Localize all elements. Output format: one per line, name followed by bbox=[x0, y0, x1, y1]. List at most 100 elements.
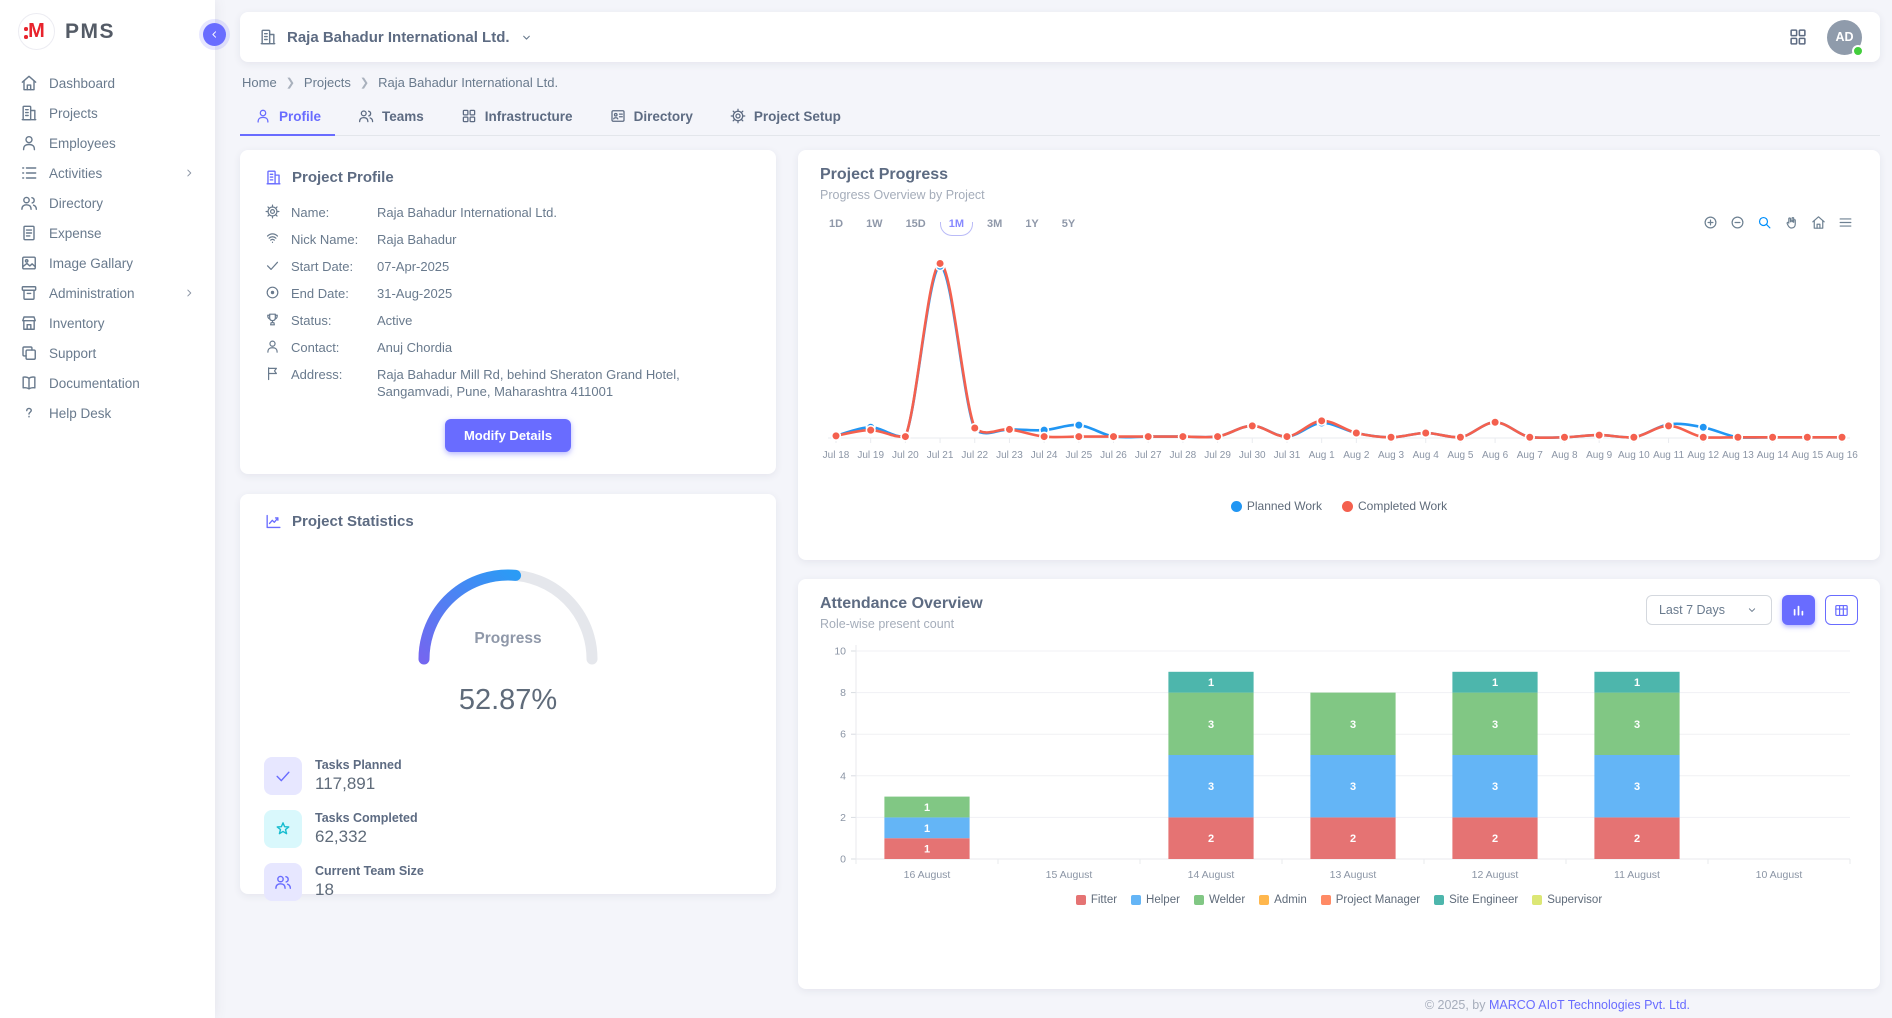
help-icon bbox=[19, 403, 39, 423]
sidebar-collapse-button[interactable] bbox=[203, 23, 226, 46]
svg-text:Jul 20: Jul 20 bbox=[892, 450, 919, 461]
legend-item-welder[interactable]: Welder bbox=[1194, 894, 1245, 906]
period-select[interactable]: Last 7 Days bbox=[1646, 595, 1772, 625]
field-value: Raja Bahadur Mill Rd, behind Sheraton Gr… bbox=[377, 366, 752, 400]
chart-line-icon bbox=[264, 512, 283, 531]
table-view-button[interactable] bbox=[1825, 595, 1858, 625]
svg-text:2: 2 bbox=[1208, 833, 1214, 845]
chart-toolbar bbox=[1702, 214, 1854, 231]
sidebar-item-dashboard[interactable]: Dashboard bbox=[0, 68, 215, 98]
svg-text:11 August: 11 August bbox=[1614, 869, 1660, 881]
profile-fields: Name:Raja Bahadur International Ltd. Nick… bbox=[264, 204, 752, 400]
svg-text:1: 1 bbox=[924, 802, 930, 814]
chevron-down-icon bbox=[1745, 603, 1759, 617]
sidebar-item-label: Activities bbox=[49, 166, 102, 181]
range-button-1d[interactable]: 1D bbox=[820, 214, 852, 236]
range-button-5y[interactable]: 5Y bbox=[1053, 214, 1084, 236]
legend-item-completed-work[interactable]: Completed Work bbox=[1342, 499, 1447, 513]
range-button-1w[interactable]: 1W bbox=[857, 214, 892, 236]
field-label: Status: bbox=[291, 312, 377, 329]
breadcrumb-separator: ❯ bbox=[360, 76, 369, 89]
legend-item-planned-work[interactable]: Planned Work bbox=[1231, 499, 1322, 513]
image-icon bbox=[19, 253, 39, 273]
star-icon bbox=[273, 819, 293, 839]
company-selector[interactable]: Raja Bahadur International Ltd. bbox=[258, 27, 534, 47]
svg-text:Jul 25: Jul 25 bbox=[1065, 450, 1092, 461]
tab-infrastructure[interactable]: Infrastructure bbox=[446, 99, 587, 136]
tab-directory[interactable]: Directory bbox=[595, 99, 707, 136]
legend-square-icon bbox=[1434, 895, 1444, 905]
sidebar-item-activities[interactable]: Activities bbox=[0, 158, 215, 188]
sidebar-item-employees[interactable]: Employees bbox=[0, 128, 215, 158]
svg-text:12 August: 12 August bbox=[1472, 869, 1519, 881]
tab-bar: Profile Teams InfrastructureDirectoryProje… bbox=[240, 99, 1880, 136]
legend-item-supervisor[interactable]: Supervisor bbox=[1532, 894, 1602, 906]
zoom-out-icon[interactable] bbox=[1729, 214, 1746, 231]
tab-profile[interactable]: Profile bbox=[240, 99, 335, 136]
legend-item-fitter[interactable]: Fitter bbox=[1076, 894, 1117, 906]
zoom-in-icon[interactable] bbox=[1702, 214, 1719, 231]
stat-tasks-planned: Tasks Planned117,891 bbox=[264, 757, 752, 795]
sidebar-item-support[interactable]: Support bbox=[0, 338, 215, 368]
tab-teams[interactable]: Teams bbox=[343, 99, 438, 136]
brand[interactable]: M PMS bbox=[0, 0, 215, 58]
svg-text:Jul 21: Jul 21 bbox=[927, 450, 954, 461]
sidebar-item-inventory[interactable]: Inventory bbox=[0, 308, 215, 338]
fingerprint-icon bbox=[264, 230, 281, 247]
sidebar-item-projects[interactable]: Projects bbox=[0, 98, 215, 128]
apps-grid-icon[interactable] bbox=[1787, 26, 1809, 48]
user-avatar[interactable]: AD bbox=[1827, 20, 1862, 55]
sidebar-item-documentation[interactable]: Documentation bbox=[0, 368, 215, 398]
sidebar-item-image-gallary[interactable]: Image Gallary bbox=[0, 248, 215, 278]
pan-icon[interactable] bbox=[1783, 214, 1800, 231]
users-icon bbox=[273, 872, 293, 892]
field-label: Contact: bbox=[291, 339, 377, 356]
selection-zoom-icon[interactable] bbox=[1756, 214, 1773, 231]
project-progress-chart[interactable]: Jul 18Jul 19Jul 20Jul 21Jul 22Jul 23Jul … bbox=[820, 240, 1858, 497]
legend-item-admin[interactable]: Admin bbox=[1259, 894, 1307, 906]
legend-label: Fitter bbox=[1091, 894, 1117, 906]
svg-text:2: 2 bbox=[1634, 833, 1640, 845]
legend-item-project-manager[interactable]: Project Manager bbox=[1321, 894, 1420, 906]
chevron-down-icon bbox=[519, 30, 534, 45]
sidebar-item-label: Dashboard bbox=[49, 76, 115, 91]
home-icon[interactable] bbox=[1810, 214, 1827, 231]
svg-text:3: 3 bbox=[1208, 719, 1214, 731]
sidebar-item-administration[interactable]: Administration bbox=[0, 278, 215, 308]
svg-text:Aug 1: Aug 1 bbox=[1309, 450, 1336, 461]
sidebar-item-help-desk[interactable]: Help Desk bbox=[0, 398, 215, 428]
legend-label: Planned Work bbox=[1247, 499, 1322, 513]
tab-label: Teams bbox=[382, 109, 424, 124]
svg-text:3: 3 bbox=[1350, 781, 1356, 793]
project-progress-title: Project Progress bbox=[820, 166, 1858, 184]
range-button-15d[interactable]: 15D bbox=[897, 214, 935, 236]
range-button-1m[interactable]: 1M bbox=[940, 214, 973, 236]
sidebar-item-directory[interactable]: Directory bbox=[0, 188, 215, 218]
legend-label: Project Manager bbox=[1336, 894, 1420, 906]
company-name: Raja Bahadur International Ltd. bbox=[287, 29, 510, 46]
stat-value: 18 bbox=[315, 880, 424, 900]
breadcrumb-item-home[interactable]: Home bbox=[242, 75, 277, 90]
company-link[interactable]: MARCO AIoT Technologies Pvt. Ltd. bbox=[1489, 998, 1690, 1012]
sidebar-item-label: Documentation bbox=[49, 376, 140, 391]
brand-logo-icon: M bbox=[18, 13, 55, 50]
range-button-1y[interactable]: 1Y bbox=[1016, 214, 1047, 236]
svg-text:14 August: 14 August bbox=[1188, 869, 1235, 881]
modify-details-button[interactable]: Modify Details bbox=[445, 419, 571, 452]
bar-view-button[interactable] bbox=[1782, 595, 1815, 625]
svg-text:1: 1 bbox=[1492, 677, 1498, 689]
profile-field-name: Name:Raja Bahadur International Ltd. bbox=[264, 204, 752, 221]
svg-text:Aug 11: Aug 11 bbox=[1653, 450, 1684, 461]
tab-project-setup[interactable]: Project Setup bbox=[715, 99, 855, 136]
sidebar-item-expense[interactable]: Expense bbox=[0, 218, 215, 248]
legend-item-site-engineer[interactable]: Site Engineer bbox=[1434, 894, 1518, 906]
range-button-3m[interactable]: 3M bbox=[978, 214, 1011, 236]
breadcrumb-item-projects[interactable]: Projects bbox=[304, 75, 351, 90]
legend-item-helper[interactable]: Helper bbox=[1131, 894, 1180, 906]
grid-icon bbox=[460, 107, 478, 125]
stat-label: Tasks Planned bbox=[315, 758, 402, 772]
profile-field-nick-name: Nick Name:Raja Bahadur bbox=[264, 231, 752, 248]
attendance-chart[interactable]: 024681016 August11115 August14 August233… bbox=[820, 639, 1858, 890]
menu-icon[interactable] bbox=[1837, 214, 1854, 231]
field-label: Address: bbox=[291, 366, 377, 400]
